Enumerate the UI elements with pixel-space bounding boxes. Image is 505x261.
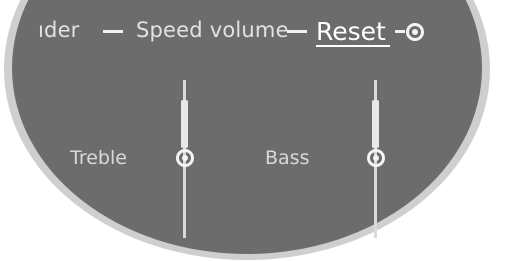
bass-label: Bass bbox=[265, 147, 310, 169]
menu-separator bbox=[287, 30, 307, 33]
menu-separator bbox=[395, 30, 405, 33]
treble-slider-handle[interactable] bbox=[176, 149, 194, 167]
bass-slider-fill bbox=[372, 100, 379, 148]
treble-slider-fill bbox=[181, 100, 188, 148]
menu-item-speed-volume[interactable]: Speed volume bbox=[136, 18, 289, 42]
reset-button[interactable]: Reset bbox=[316, 17, 386, 46]
controller-knob-icon bbox=[406, 23, 424, 41]
menu-separator bbox=[103, 30, 123, 33]
menu-item-fader[interactable]: ıder bbox=[38, 18, 80, 42]
bass-slider-handle[interactable] bbox=[367, 149, 385, 167]
reset-selection-underline bbox=[316, 45, 390, 47]
menu-row: ıder Speed volume Reset bbox=[0, 0, 505, 62]
treble-label: Treble bbox=[70, 147, 127, 169]
